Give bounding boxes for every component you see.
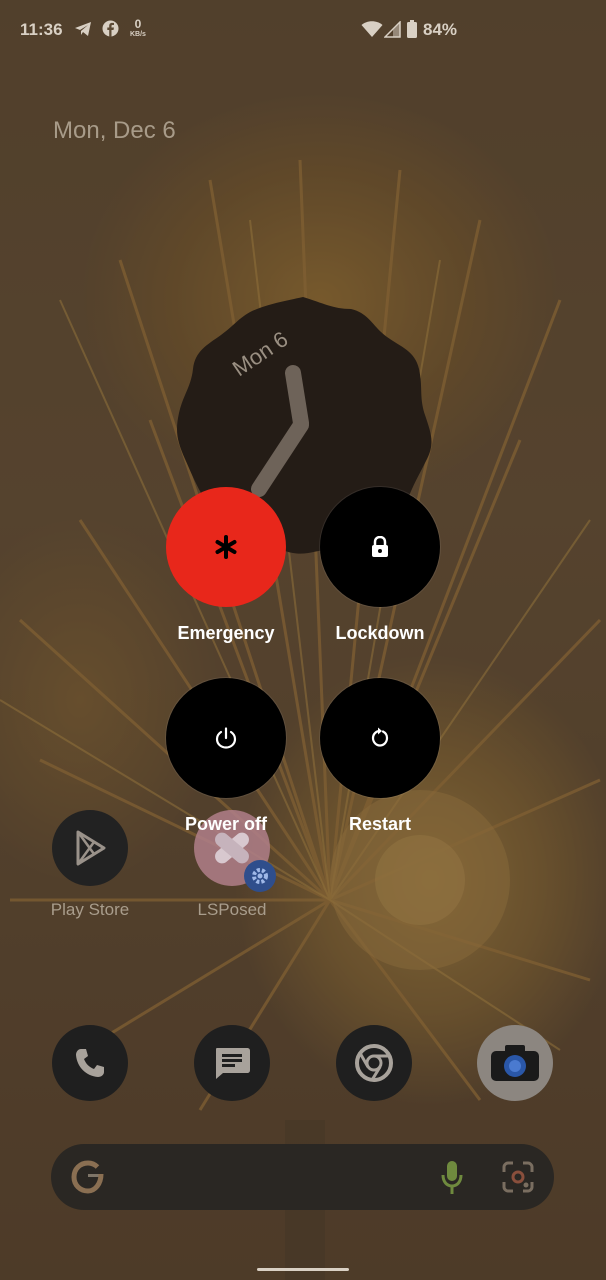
dock-camera[interactable] (477, 1025, 553, 1101)
dock-chrome[interactable] (336, 1025, 412, 1101)
asterisk-icon (215, 535, 237, 559)
google-icon[interactable] (71, 1160, 105, 1194)
mic-icon[interactable] (441, 1160, 463, 1196)
restart-label: Restart (348, 814, 412, 834)
emergency-button[interactable] (166, 487, 286, 607)
messages-icon (216, 1048, 250, 1079)
battery-icon (407, 20, 417, 38)
signal-icon (384, 21, 401, 38)
power-icon (215, 727, 237, 749)
dock-messages[interactable] (194, 1025, 270, 1101)
facebook-icon (102, 20, 119, 37)
chrome-icon (355, 1044, 393, 1082)
lock-icon (372, 536, 388, 557)
lockdown-button[interactable] (320, 487, 440, 607)
restart-icon (371, 727, 389, 747)
status-bar: 11:36 0 KB/s 84% (0, 0, 606, 60)
telegram-icon (75, 21, 91, 36)
battery-percent: 84% (423, 20, 458, 39)
camera-icon (491, 1045, 539, 1081)
power-off-button[interactable] (166, 678, 286, 798)
phone-icon (76, 1049, 104, 1077)
net-speed: 0 KB/s (130, 17, 146, 38)
lockdown-label: Lockdown (335, 623, 425, 643)
lsposed-label: LSPosed (197, 900, 267, 919)
gesture-nav-handle[interactable] (257, 1268, 349, 1271)
power-off-label: Power off (184, 814, 267, 834)
restart-button[interactable] (320, 678, 440, 798)
play-store-icon (52, 810, 128, 886)
status-time: 11:36 (20, 20, 63, 39)
lens-icon[interactable] (501, 1160, 535, 1194)
home-date[interactable]: Mon, Dec 6 (53, 117, 176, 145)
dock-phone[interactable] (52, 1025, 128, 1101)
clock-minute-hand (285, 365, 309, 431)
search-bar[interactable] (51, 1144, 554, 1210)
wifi-icon (361, 21, 383, 37)
app-play-store[interactable]: Play Store (38, 810, 142, 920)
play-store-label: Play Store (50, 900, 130, 919)
gear-icon (244, 860, 276, 892)
emergency-label: Emergency (177, 623, 275, 643)
